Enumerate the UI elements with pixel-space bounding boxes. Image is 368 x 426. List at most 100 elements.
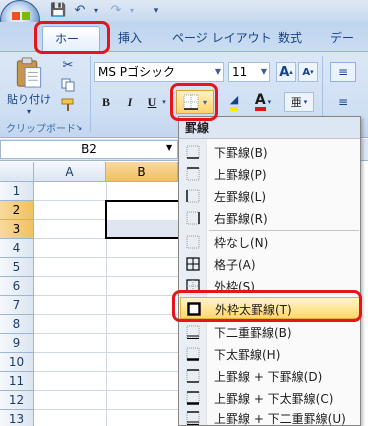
menu-item-label: 下罫線(B) — [214, 146, 268, 160]
menu-item-label: 外枠(S) — [214, 280, 255, 294]
font-size-combo[interactable]: 11 ▼ — [228, 62, 270, 82]
redo-icon[interactable]: ↷ — [108, 3, 124, 19]
clipboard-launcher-icon[interactable]: ↘ — [74, 122, 84, 132]
scissors-icon: ✂ — [62, 57, 74, 73]
selected-range-b2-b3[interactable] — [105, 200, 180, 239]
font-color-button[interactable]: A ▾ — [250, 92, 276, 112]
menu-item-label: 格子(A) — [214, 258, 256, 272]
row-header[interactable]: 12 — [0, 391, 34, 410]
name-box-value: B2 — [81, 142, 97, 156]
format-painter-button[interactable] — [58, 96, 78, 114]
gridline — [34, 390, 178, 391]
border-right-icon — [186, 211, 200, 225]
tab-home[interactable]: ホーム — [42, 26, 100, 70]
row-header[interactable]: 5 — [0, 258, 34, 277]
save-icon[interactable]: 💾 — [50, 3, 66, 19]
top-thick-bottom-border-icon — [186, 391, 200, 405]
grow-font-icon: A — [279, 64, 290, 80]
paint-bucket-icon: ◢ — [229, 93, 239, 111]
row-header[interactable]: 1 — [0, 182, 34, 201]
menu-item-top-and-thick-bottom-border[interactable]: 上罫線 + 下太罫線(C) — [180, 387, 360, 409]
menu-item-label: 下二重罫線(B) — [214, 326, 292, 340]
phonetic-button[interactable]: 亜 ▾ — [284, 92, 314, 112]
paste-label: 貼り付け — [7, 93, 51, 106]
no-border-icon — [186, 235, 200, 249]
menu-item-top-and-bottom-border[interactable]: 上罫線 + 下罫線(D) — [180, 365, 360, 387]
underline-dropdown-icon[interactable]: ▾ — [160, 94, 168, 110]
row-header[interactable]: 8 — [0, 315, 34, 334]
row-header[interactable]: 9 — [0, 334, 34, 353]
tab-insert[interactable]: 挿入 — [106, 26, 154, 52]
row-header[interactable]: 2 — [0, 201, 34, 220]
menu-item-label: 左罫線(L) — [214, 190, 267, 204]
column-header-a[interactable]: A — [34, 162, 106, 182]
menu-item-bottom-border[interactable]: 下罫線(B) — [180, 141, 360, 163]
shrink-font-button[interactable]: A ▾ — [298, 62, 318, 82]
gridline — [34, 276, 178, 277]
menu-item-all-borders[interactable]: 格子(A) — [180, 253, 360, 275]
menu-item-thick-bottom-border[interactable]: 下太罫線(H) — [180, 343, 360, 365]
gridline — [34, 295, 178, 296]
menu-item-label: 上罫線 + 下罫線(D) — [214, 370, 323, 384]
row-header[interactable]: 3 — [0, 220, 34, 239]
clipboard-group-label: クリップボード — [6, 124, 76, 135]
borders-button[interactable]: ▾ — [176, 90, 214, 114]
selected-range-b3-shading — [107, 220, 178, 237]
name-box-dropdown-icon[interactable]: ▼ — [166, 143, 172, 152]
column-header-b[interactable]: B — [106, 162, 178, 182]
row-header[interactable]: 13 — [0, 410, 34, 426]
thick-bottom-border-icon — [186, 347, 200, 361]
row-header[interactable]: 4 — [0, 239, 34, 258]
menu-item-left-border[interactable]: 左罫線(L) — [180, 185, 360, 207]
menu-item-double-bottom-border[interactable]: 下二重罫線(B) — [180, 321, 360, 343]
menu-item-no-border[interactable]: 枠なし(N) — [180, 231, 360, 253]
menu-item-label: 上罫線(P) — [214, 168, 267, 182]
copy-button[interactable] — [58, 76, 78, 94]
paste-dropdown-icon: ▾ — [26, 107, 31, 116]
menu-item-top-and-double-bottom-border[interactable]: 上罫線 + 下二重罫線(U) — [180, 407, 360, 426]
menu-item-top-border[interactable]: 上罫線(P) — [180, 163, 360, 185]
grow-font-button[interactable]: A ▴ — [276, 62, 296, 82]
tab-formulas[interactable]: 数式 — [266, 26, 314, 52]
row-header[interactable]: 10 — [0, 353, 34, 372]
cut-button[interactable]: ✂ — [58, 56, 78, 74]
menu-item-outside-borders[interactable]: 外枠(S) — [180, 275, 360, 297]
bold-button[interactable]: B — [96, 92, 116, 112]
align-left-icon: ≡ — [337, 95, 349, 109]
row-header[interactable]: 11 — [0, 372, 34, 391]
italic-button[interactable]: I — [120, 92, 140, 112]
customize-qat-icon[interactable]: ▾ — [148, 3, 164, 19]
gridline — [34, 333, 178, 334]
redo-dropdown-icon[interactable]: ▾ — [124, 3, 140, 19]
menu-item-label: 上罫線 + 下二重罫線(U) — [214, 412, 346, 426]
row-header[interactable]: 6 — [0, 277, 34, 296]
menu-item-label: 上罫線 + 下太罫線(C) — [214, 392, 334, 406]
phonetic-dropdown-icon: ▾ — [303, 98, 308, 106]
menu-item-label: 外枠太罫線(T) — [215, 303, 292, 317]
format-painter-icon — [61, 98, 74, 111]
border-top-icon — [186, 167, 200, 181]
align-top-button[interactable]: ≡ — [330, 62, 356, 82]
undo-dropdown-icon[interactable]: ▾ — [88, 3, 104, 19]
name-box[interactable]: B2 — [0, 140, 178, 159]
gridline — [34, 352, 178, 353]
row-header[interactable]: 7 — [0, 296, 34, 315]
paste-button[interactable]: 貼り付け ▾ — [6, 56, 52, 116]
select-all-corner[interactable] — [0, 162, 34, 182]
copy-icon — [61, 78, 75, 92]
group-divider — [90, 56, 91, 132]
borders-menu-title: 罫線 — [179, 117, 360, 139]
menu-item-label: 下太罫線(H) — [214, 348, 281, 362]
menu-item-right-border[interactable]: 右罫線(R) — [180, 207, 360, 229]
align-left-button[interactable]: ≡ — [330, 92, 356, 112]
tab-data[interactable]: データ — [318, 26, 368, 69]
fill-color-button[interactable]: ◢ — [222, 92, 246, 112]
phonetic-icon: 亜 — [290, 96, 302, 109]
undo-icon[interactable]: ↶ — [72, 3, 88, 19]
menu-item-thick-box-border[interactable]: 外枠太罫線(T) — [180, 297, 360, 319]
underline-button[interactable]: U — [142, 92, 162, 112]
title-bar: 💾 ↶ ▾ ↷ ▾ ▾ — [0, 0, 368, 22]
font-name-value: MS Pゴシック — [98, 65, 176, 79]
double-bottom-border-icon — [186, 325, 200, 339]
font-name-combo[interactable]: MS Pゴシック ▼ — [94, 62, 224, 82]
